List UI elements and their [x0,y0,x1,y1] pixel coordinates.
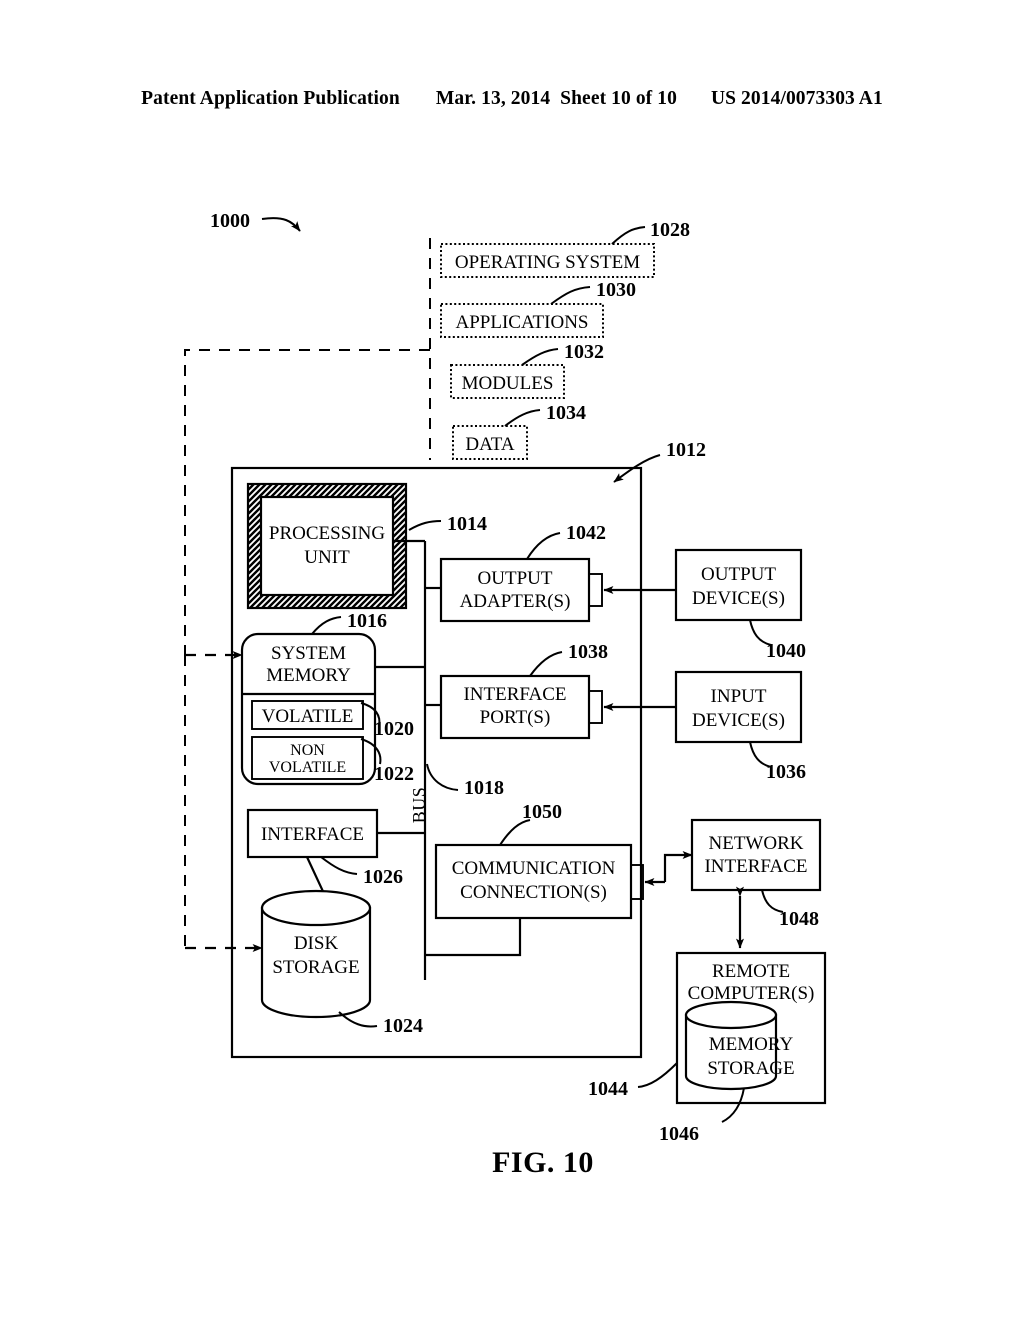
remote-computers-label-line2: COMPUTER(S) [688,983,815,1004]
memory-storage-cylinder-top [684,1000,778,1030]
ref-1046-leader [721,1087,745,1123]
system-memory-label-line1: SYSTEM [271,643,346,664]
network-interface-label-line1: NETWORK [709,833,804,854]
ref-1028-leader [611,226,646,245]
ref-1030-leader [550,286,591,305]
ref-1018-leader [426,763,459,791]
bus-label: BUS [409,787,429,824]
ref-1028: 1028 [650,219,690,241]
operating-system-label: OPERATING SYSTEM [455,252,640,273]
disk-storage-cylinder-top [260,889,372,927]
ref-1032: 1032 [564,341,604,363]
applications-label: APPLICATIONS [455,312,588,333]
patent-sheet: Patent Application Publication Mar. 13, 2… [0,0,1024,1320]
remote-computers-label-line1: REMOTE [712,961,790,982]
ref-1000: 1000 [210,210,250,232]
disk-storage-label-line1: DISK [294,933,339,954]
output-devices-label-line1: OUTPUT [701,564,776,585]
interface-label: INTERFACE [261,824,364,845]
ref-1036: 1036 [766,761,806,783]
volatile-label: VOLATILE [262,706,354,727]
ref-1026-leader [320,856,358,875]
ref-1042-leader [526,532,561,560]
system-memory-label-line2: MEMORY [266,665,351,686]
modules-label: MODULES [462,373,554,394]
ref-1050: 1050 [522,801,562,823]
ref-1020: 1020 [374,718,414,740]
output-adapter-port-tab [588,573,603,607]
ref-1030: 1030 [596,279,636,301]
output-adapters-label-line2: ADAPTER(S) [460,591,571,612]
output-devices-box[interactable] [674,548,803,622]
network-interface-box[interactable] [690,818,822,892]
ref-1048: 1048 [779,908,819,930]
processing-unit-label-line2: UNIT [304,547,350,568]
ref-1014-leader [408,520,442,531]
disk-storage-label-line2: STORAGE [272,957,359,978]
ref-1026: 1026 [363,866,403,888]
ref-1012: 1012 [666,439,706,461]
bus-stub-comm-connection [425,918,522,957]
ref-1034-leader [504,409,541,427]
interface-ports-label-line2: PORT(S) [480,707,551,728]
output-adapters-label-line1: OUTPUT [478,568,553,589]
output-devices-label-line2: DEVICE(S) [692,588,785,609]
ref-1022: 1022 [374,763,414,785]
input-devices-box[interactable] [674,670,803,744]
ref-1046: 1046 [659,1123,699,1145]
comm-to-network-interface-link [663,851,693,882]
ref-1044: 1044 [588,1078,628,1100]
data-label: DATA [465,434,514,455]
ref-1034: 1034 [546,402,586,424]
input-devices-label-line1: INPUT [711,686,767,707]
comm-connections-label-line1: COMMUNICATION [452,858,616,879]
ref-1038: 1038 [568,641,608,663]
ref-1044-leader [637,1062,678,1088]
ref-1042: 1042 [566,522,606,544]
processing-unit-label-line1: PROCESSING [269,523,385,544]
non-volatile-label-line1: NON [290,742,325,759]
ref-1000-leader [261,217,301,232]
input-devices-label-line2: DEVICE(S) [692,710,785,731]
ref-1032-leader [521,348,559,366]
ref-1016-leader [311,616,342,635]
non-volatile-label-line2: VOLATILE [269,759,346,776]
ref-1014: 1014 [447,513,487,535]
memory-storage-label-line2: STORAGE [707,1058,794,1079]
ref-1050-leader [499,819,531,846]
processing-unit-box[interactable] [259,495,395,597]
ref-1016: 1016 [347,610,387,632]
ref-1018: 1018 [464,777,504,799]
figure-caption: FIG. 10 [492,1146,594,1179]
interface-ports-label-line1: INTERFACE [463,684,566,705]
memory-storage-label-line1: MEMORY [709,1034,794,1055]
ref-1024: 1024 [383,1015,423,1037]
comm-connections-label-line2: CONNECTION(S) [460,882,607,903]
network-interface-label-line2: INTERFACE [704,856,807,877]
interface-port-tab [588,690,603,724]
figure-canvas: 1000 OPERATING SYSTEM 1028 APPLICATIONS … [184,210,827,1179]
ref-1040: 1040 [766,640,806,662]
ref-1038-leader [529,651,563,677]
